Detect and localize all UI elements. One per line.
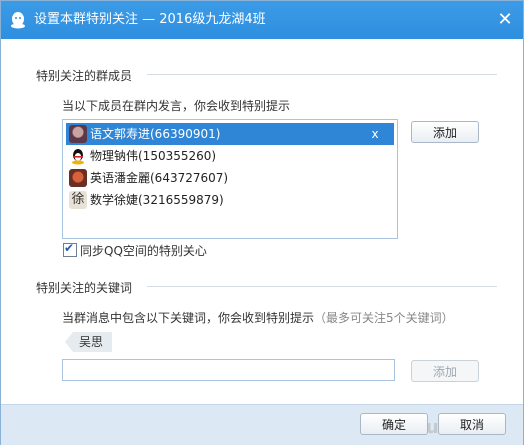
- sync-checkbox-label[interactable]: 同步QQ空间的特别关心: [80, 242, 207, 259]
- sync-checkbox[interactable]: ✔: [63, 241, 77, 257]
- keyword-input[interactable]: [62, 359, 395, 381]
- remove-member-icon[interactable]: x: [367, 125, 383, 143]
- cancel-button[interactable]: 取消: [438, 413, 506, 435]
- close-icon[interactable]: ✕: [493, 8, 517, 32]
- add-member-button[interactable]: 添加: [411, 121, 479, 143]
- member-name: 英语潘金麗(643727607): [90, 171, 229, 185]
- member-row[interactable]: 物理钠伟(150355260): [66, 145, 394, 167]
- keyword-tag-label: 吴思: [73, 332, 113, 352]
- xu-character-avatar: 徐: [69, 191, 87, 209]
- member-name: 物理钠伟(150355260): [90, 149, 217, 163]
- ok-button[interactable]: 确定: [360, 413, 428, 435]
- keywords-hint-text: 当群消息中包含以下关键词，你会收到特别提示: [62, 311, 315, 325]
- dialog-footer: Baidu 经验 确定 取消: [1, 404, 523, 445]
- keywords-section-title: 特别关注的关键词: [36, 281, 133, 295]
- member-name: 数学徐婕(3216559879): [90, 193, 224, 207]
- members-section-title: 特别关注的群成员: [36, 69, 133, 83]
- member-avatar: [69, 125, 87, 143]
- member-row[interactable]: 语文郭寿进(66390901) x: [66, 123, 394, 145]
- section-divider: [147, 286, 497, 287]
- keywords-limit-note: （最多可关注5个关键词）: [314, 311, 454, 325]
- qq-logo-icon: [11, 12, 25, 29]
- checkmark-icon: ✔: [64, 241, 75, 255]
- dialog-content: 特别关注的群成员 当以下成员在群内发言，你会收到特别提示 语文郭寿进(66390…: [1, 39, 523, 404]
- member-name: 语文郭寿进(66390901): [90, 127, 221, 141]
- title-bar: 设置本群特别关注 — 2016级九龙湖4班 ✕: [1, 1, 523, 39]
- member-list[interactable]: 语文郭寿进(66390901) x 物理钠伟(150355260) 英语潘金麗(…: [62, 119, 398, 239]
- window-title: 设置本群特别关注 — 2016级九龙湖4班: [34, 12, 266, 27]
- qq-penguin-icon: [72, 149, 84, 165]
- section-divider: [147, 74, 497, 75]
- members-hint: 当以下成员在群内发言，你会收到特别提示: [62, 99, 291, 113]
- keywords-hint: 当群消息中包含以下关键词，你会收到特别提示（最多可关注5个关键词）: [62, 309, 454, 326]
- add-keyword-button[interactable]: 添加: [411, 360, 479, 382]
- dialog-window: 设置本群特别关注 — 2016级九龙湖4班 ✕ 特别关注的群成员 当以下成员在群…: [0, 0, 524, 445]
- member-avatar: [69, 169, 87, 187]
- member-row[interactable]: 徐 数学徐婕(3216559879): [66, 189, 394, 211]
- member-row[interactable]: 英语潘金麗(643727607): [66, 167, 394, 189]
- tag-pointer: [65, 332, 73, 352]
